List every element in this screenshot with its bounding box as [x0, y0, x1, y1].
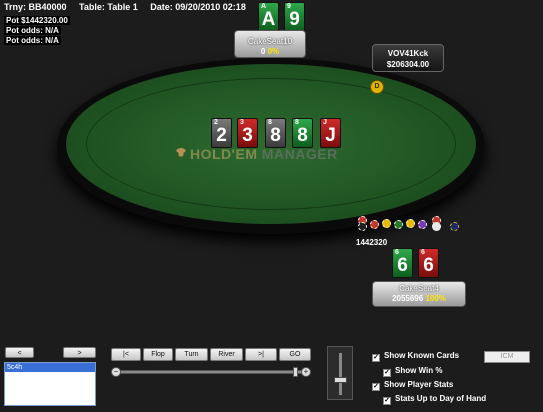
logo-icon: [175, 148, 187, 160]
turn-button[interactable]: Turn: [175, 348, 208, 361]
table-label: Table: Table 1: [79, 2, 138, 12]
checkbox-check-icon[interactable]: ✓: [383, 369, 391, 377]
last-street-button[interactable]: >|: [245, 348, 277, 361]
show-player-stats-checkbox[interactable]: ✓ Show Player Stats: [372, 380, 453, 391]
top-hole-card: 99: [284, 2, 305, 32]
win-percent: 100%: [425, 294, 446, 303]
holdem-manager-watermark: HOLD'EM MANAGER: [175, 146, 338, 162]
dealer-button-icon: D: [370, 80, 384, 94]
bottom-hole-card: 66: [392, 248, 413, 278]
player-name: CakeSeat10: [247, 37, 293, 46]
win-percent: 0%: [267, 47, 280, 56]
prev-hand-button[interactable]: <: [5, 347, 34, 358]
slider-plus-icon[interactable]: +: [301, 367, 311, 377]
slider-minus-icon[interactable]: −: [111, 367, 121, 377]
river-button[interactable]: River: [210, 348, 243, 361]
seat-top[interactable]: CakeSeat10 0 0%: [234, 30, 306, 58]
speed-slider-handle[interactable]: [334, 377, 347, 383]
list-item[interactable]: 5c4h: [5, 363, 95, 372]
speed-slider[interactable]: [327, 346, 353, 400]
date-label: Date: 09/20/2010 02:18: [150, 2, 246, 12]
pot-odds: Pot odds: N/A: [4, 36, 61, 45]
show-win-percent-checkbox[interactable]: ✓ Show Win %: [383, 366, 442, 377]
player-name: VOV41Kck: [387, 49, 429, 58]
checkbox-check-icon[interactable]: ✓: [372, 354, 380, 362]
top-hole-card: AA: [258, 2, 279, 32]
player-stack: 2055696: [392, 294, 424, 303]
bottom-hole-card: 66: [418, 248, 439, 278]
seat-bottom[interactable]: CakeSeat4 2055696 100%: [372, 281, 466, 307]
board-card: 33: [237, 118, 258, 148]
board-card: 88: [292, 118, 313, 148]
pot-total: Pot $1442320.00: [4, 16, 70, 25]
show-known-cards-checkbox[interactable]: ✓ Show Known Cards: [372, 351, 459, 362]
go-button[interactable]: GO: [279, 348, 311, 361]
player-stack: 0: [260, 47, 266, 56]
player-stack: $206304.00: [386, 60, 430, 69]
pot-chips-icon: [355, 216, 465, 236]
board-card: JJ: [320, 118, 341, 148]
tournament-label: Trny: BB40000: [4, 2, 67, 12]
board-card: 88: [265, 118, 286, 148]
player-name: CakeSeat4: [399, 284, 439, 293]
slider-handle[interactable]: [293, 367, 298, 377]
stats-up-to-day-checkbox[interactable]: ✓ Stats Up to Day of Hand: [383, 394, 486, 405]
pot-odds: Pot odds: N/A: [4, 26, 61, 35]
first-street-button[interactable]: |<: [111, 348, 141, 361]
icm-button[interactable]: ICM: [484, 351, 530, 363]
flop-button[interactable]: Flop: [143, 348, 173, 361]
next-hand-button[interactable]: >: [63, 347, 96, 358]
hand-list[interactable]: 5c4h: [4, 362, 96, 406]
pot-amount: 1442320: [356, 238, 388, 247]
seat-right[interactable]: VOV41Kck $206304.00: [372, 44, 444, 72]
pot-info: Pot $1442320.00 Pot odds: N/A Pot odds: …: [4, 16, 70, 46]
checkbox-check-icon[interactable]: ✓: [372, 383, 380, 391]
board-card: 22: [211, 118, 232, 148]
hand-info-bar: Trny: BB40000 Table: Table 1 Date: 09/20…: [4, 2, 256, 12]
replay-slider[interactable]: [111, 370, 311, 374]
checkbox-check-icon[interactable]: ✓: [383, 397, 391, 405]
